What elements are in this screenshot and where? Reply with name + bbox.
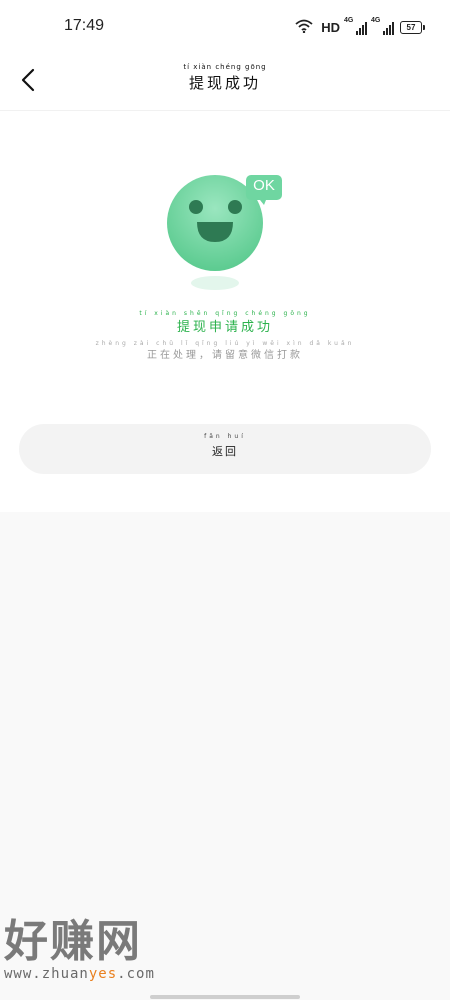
signal-network-label: 4G — [371, 16, 381, 24]
watermark-title: 好赚网 — [4, 916, 142, 967]
watermark-logo: 好赚网 www.zhuanyes.com — [4, 918, 194, 988]
signal-network-label: 4G — [344, 16, 354, 24]
status-icons: HD 4G 4G 57 — [295, 17, 425, 37]
page-title-pinyin: tí xiàn chéng gōng — [183, 63, 267, 71]
page-title: 提现成功 — [188, 74, 261, 92]
hd-label: HD — [321, 20, 340, 35]
result-subtitle: 正在处理，请留意微信打款 — [147, 350, 303, 361]
signal-icon: 4G — [344, 17, 367, 35]
signal-icon: 4G — [371, 17, 394, 35]
return-button-label: 返回 — [212, 445, 238, 458]
success-illustration: OK — [160, 170, 290, 295]
status-time: 17:49 — [64, 17, 105, 34]
nav-header: tí xiàn chéng gōng 提现成功 — [0, 56, 450, 111]
battery-icon: 57 — [400, 21, 425, 34]
return-button[interactable]: fǎn huí 返回 — [19, 424, 431, 474]
ok-badge: OK — [253, 177, 275, 194]
result-title: 提现申请成功 — [176, 320, 273, 335]
return-button-pinyin: fǎn huí — [204, 433, 246, 440]
watermark-url-prefix: www.zhuan — [4, 966, 89, 982]
watermark-url-accent: yes — [88, 966, 118, 982]
status-bar: 17:49 HD 4G 4G 57 — [0, 0, 450, 56]
home-indicator[interactable] — [150, 995, 300, 999]
wifi-icon — [295, 18, 313, 37]
watermark-url: www.zhuanyes.com — [4, 966, 194, 982]
watermark-url-suffix: .com — [117, 966, 155, 982]
